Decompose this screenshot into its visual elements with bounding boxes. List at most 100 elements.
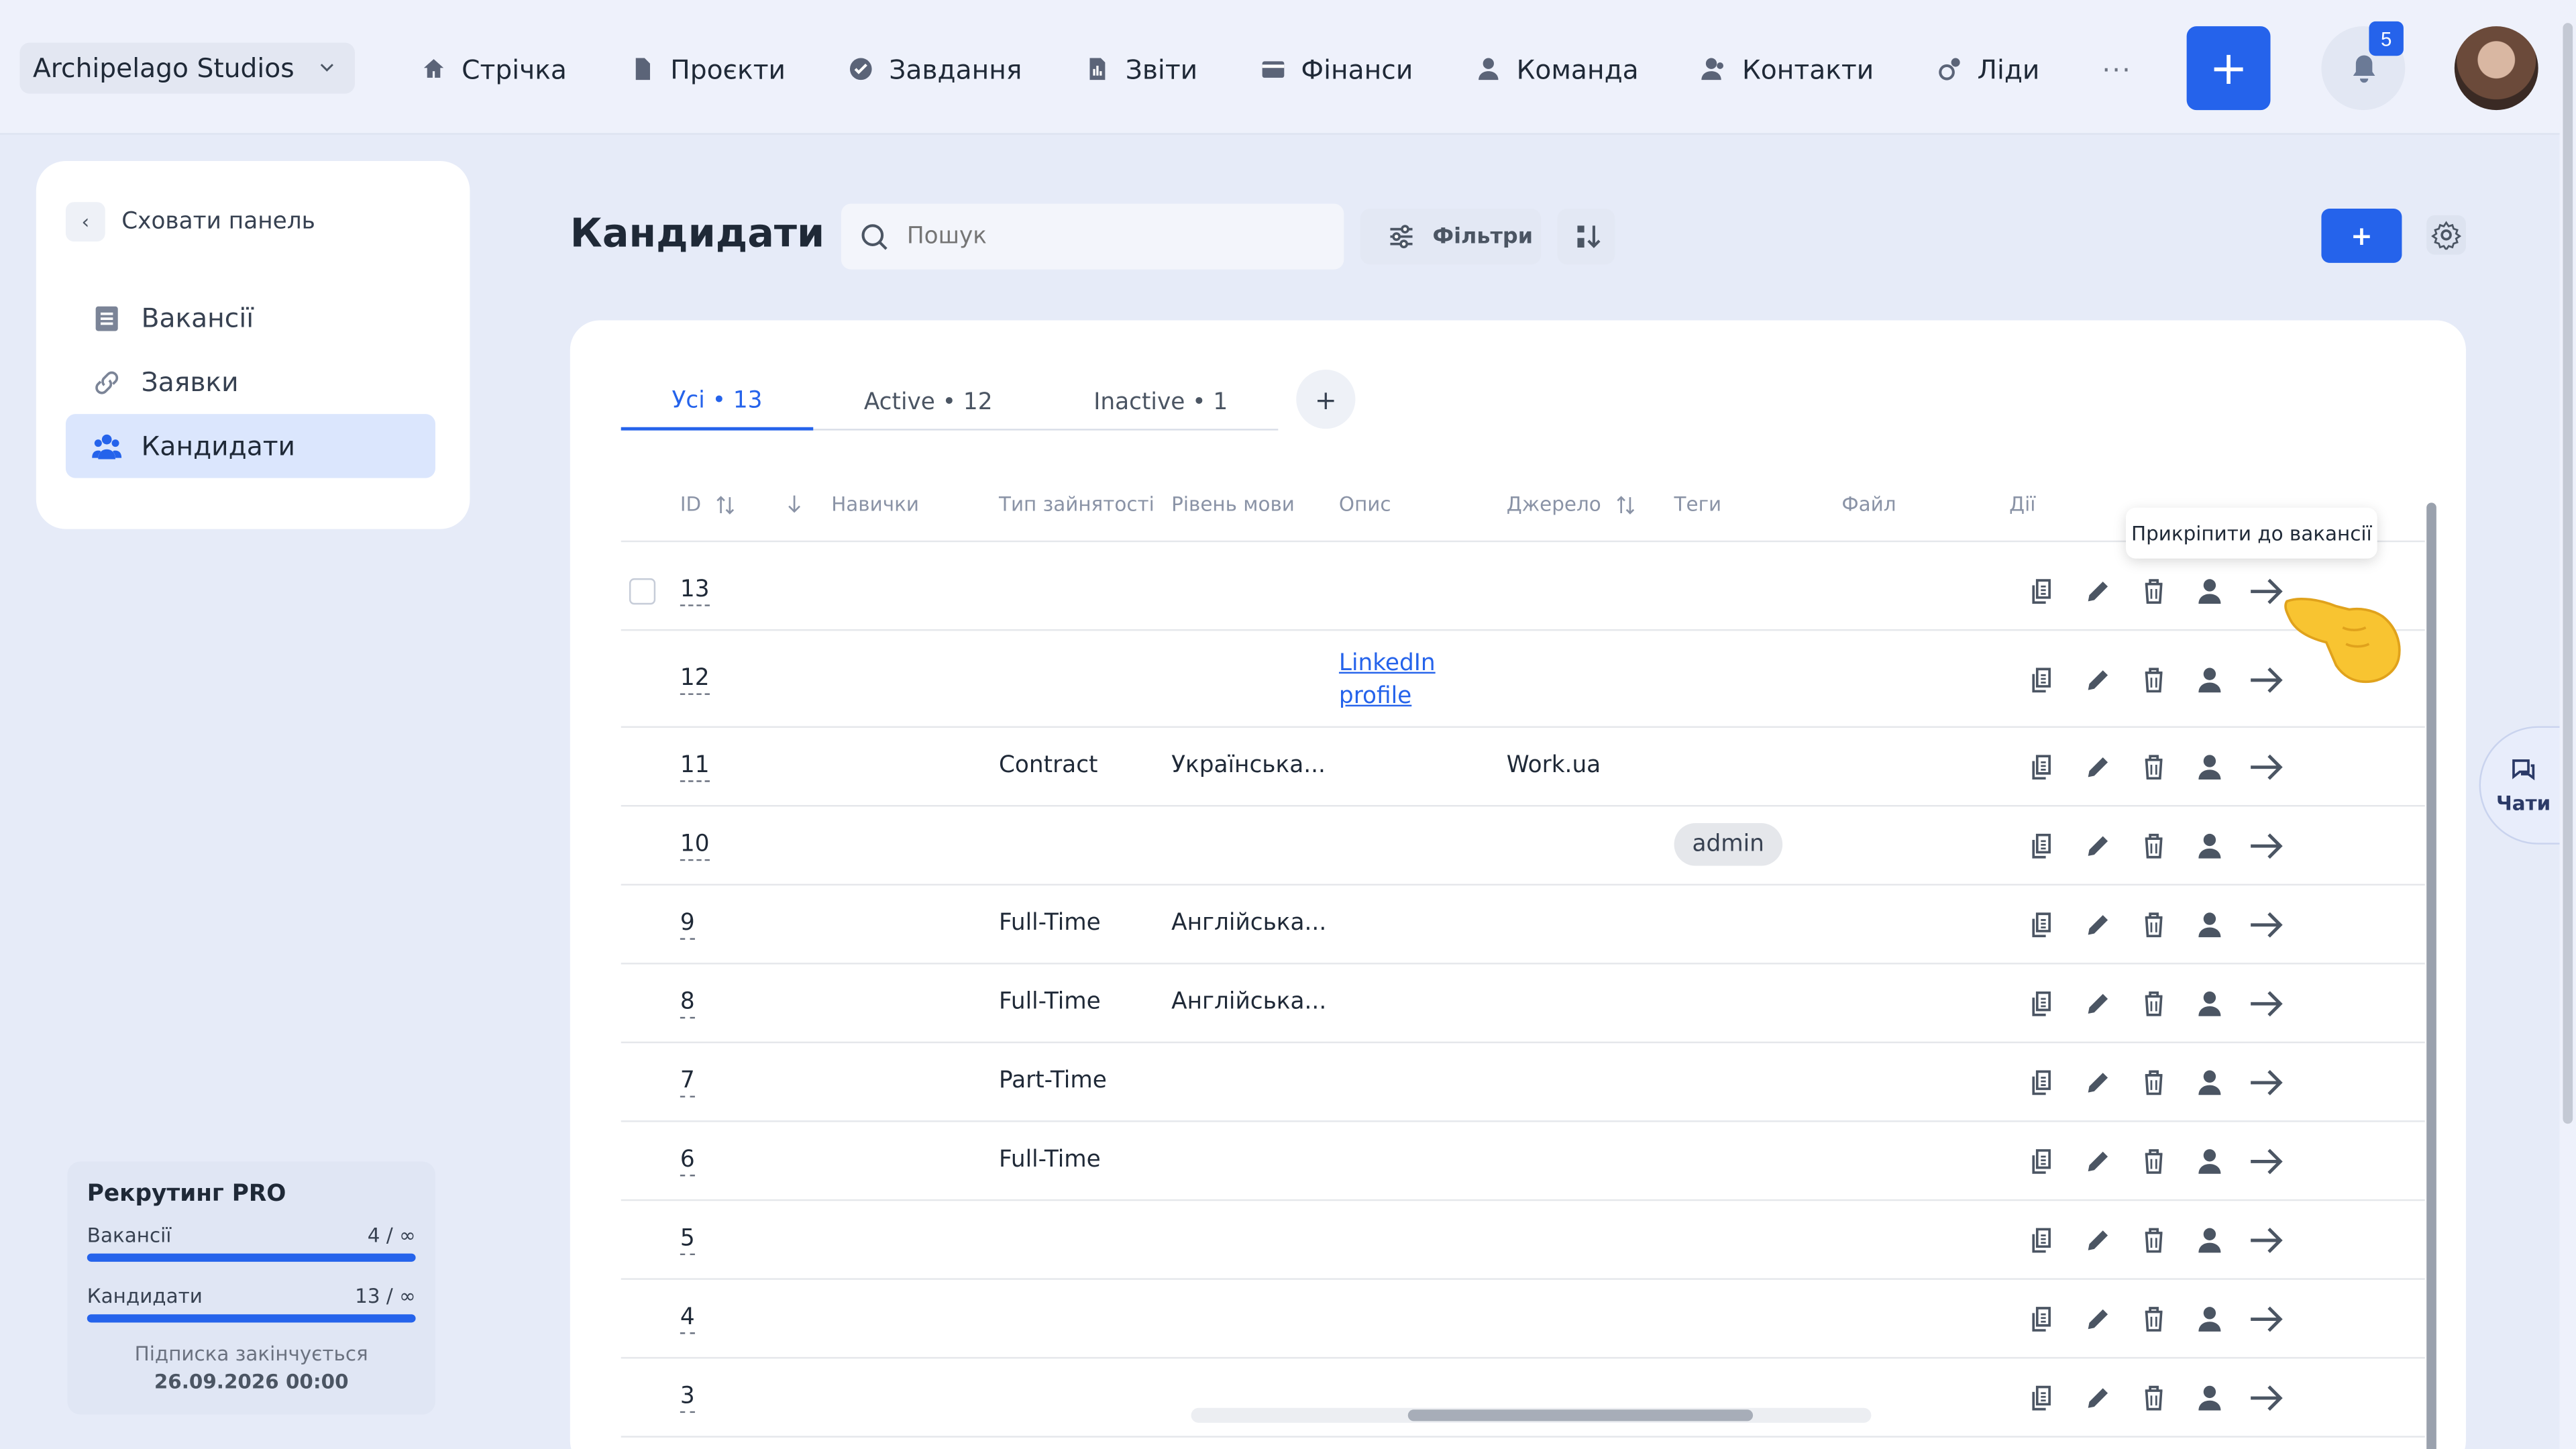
- profile-button[interactable]: [2182, 1380, 2237, 1416]
- search-input[interactable]: [906, 223, 1301, 250]
- table-row[interactable]: 3: [621, 1358, 2425, 1438]
- profile-button[interactable]: [2182, 1065, 2237, 1101]
- sidebar-item-candidates[interactable]: Кандидати: [65, 414, 435, 478]
- table-row[interactable]: 12 LinkedIn profile: [621, 631, 2425, 728]
- table-horizontal-scrollbar[interactable]: [1191, 1407, 1872, 1423]
- table-row[interactable]: 8 Full-Time Англійська...: [621, 965, 2425, 1044]
- row-id[interactable]: 8: [680, 987, 695, 1019]
- delete-button[interactable]: [2126, 907, 2182, 943]
- attach-to-vacancy-button[interactable]: [2238, 1301, 2294, 1338]
- delete-button[interactable]: [2126, 985, 2182, 1022]
- org-switcher[interactable]: Archipelago Studios: [19, 42, 355, 94]
- profile-button[interactable]: [2182, 749, 2237, 786]
- nav-item-team[interactable]: Команда: [1475, 54, 1639, 85]
- page-vertical-scrollbar[interactable]: [2559, 0, 2576, 1449]
- delete-button[interactable]: [2126, 1144, 2182, 1180]
- delete-button[interactable]: [2126, 1222, 2182, 1258]
- profile-button[interactable]: [2182, 574, 2237, 610]
- add-tab-button[interactable]: +: [1296, 370, 1356, 429]
- column-id[interactable]: ID: [680, 493, 736, 516]
- row-id[interactable]: 7: [680, 1066, 695, 1097]
- profile-button[interactable]: [2182, 907, 2237, 943]
- delete-button[interactable]: [2126, 574, 2182, 610]
- column-file[interactable]: Файл: [1841, 493, 1896, 516]
- tab-all[interactable]: Усі • 13: [621, 373, 814, 431]
- row-checkbox[interactable]: [629, 578, 656, 605]
- nav-item-reports[interactable]: Звіти: [1084, 54, 1197, 85]
- attach-to-vacancy-button[interactable]: [2238, 985, 2294, 1022]
- attach-to-vacancy-button[interactable]: [2238, 1380, 2294, 1416]
- tab-inactive[interactable]: Inactive • 1: [1043, 373, 1278, 431]
- duplicate-button[interactable]: [2014, 1301, 2070, 1338]
- nav-item-projects[interactable]: Проєкти: [629, 54, 786, 85]
- edit-button[interactable]: [2070, 985, 2126, 1022]
- duplicate-button[interactable]: [2014, 907, 2070, 943]
- edit-button[interactable]: [2070, 574, 2126, 610]
- nav-more-button[interactable]: ···: [2102, 54, 2132, 85]
- column-language[interactable]: Рівень мови: [1171, 493, 1295, 516]
- nav-item-leads[interactable]: Ліди: [1936, 54, 2039, 85]
- column-skills[interactable]: Навички: [831, 493, 919, 516]
- search-box[interactable]: [841, 203, 1344, 270]
- column-tags[interactable]: Теги: [1674, 493, 1722, 516]
- delete-button[interactable]: [2126, 661, 2182, 698]
- sidebar-item-vacancies[interactable]: Вакансії: [66, 286, 435, 350]
- user-avatar[interactable]: [2454, 26, 2538, 111]
- edit-button[interactable]: [2070, 749, 2126, 786]
- duplicate-button[interactable]: [2014, 1380, 2070, 1416]
- edit-button[interactable]: [2070, 1301, 2126, 1338]
- profile-button[interactable]: [2182, 1144, 2237, 1180]
- table-row[interactable]: 6 Full-Time: [621, 1122, 2425, 1201]
- sidebar-item-applications[interactable]: Заявки: [66, 350, 435, 415]
- duplicate-button[interactable]: [2014, 1222, 2070, 1258]
- duplicate-button[interactable]: [2014, 985, 2070, 1022]
- attach-to-vacancy-button[interactable]: [2238, 907, 2294, 943]
- row-id[interactable]: 5: [680, 1224, 695, 1256]
- filters-button[interactable]: Фільтри: [1360, 209, 1542, 265]
- edit-button[interactable]: [2070, 661, 2126, 698]
- duplicate-button[interactable]: [2014, 828, 2070, 864]
- row-id[interactable]: 4: [680, 1303, 695, 1334]
- edit-button[interactable]: [2070, 1222, 2126, 1258]
- row-id[interactable]: 9: [680, 908, 695, 940]
- row-id[interactable]: 3: [680, 1382, 695, 1413]
- row-id[interactable]: 13: [680, 575, 710, 606]
- sort-button[interactable]: [1557, 209, 1615, 265]
- scroll-thumb[interactable]: [2563, 23, 2573, 1124]
- table-row[interactable]: 13: [621, 552, 2425, 631]
- table-row[interactable]: 11 Contract Українська... Work.ua: [621, 728, 2425, 807]
- edit-button[interactable]: [2070, 907, 2126, 943]
- nav-item-contacts[interactable]: Контакти: [1701, 54, 1874, 85]
- profile-button[interactable]: [2182, 985, 2237, 1022]
- table-row[interactable]: 10 admin: [621, 806, 2425, 886]
- attach-to-vacancy-button[interactable]: [2238, 749, 2294, 786]
- delete-button[interactable]: [2126, 1380, 2182, 1416]
- edit-button[interactable]: [2070, 1065, 2126, 1101]
- attach-to-vacancy-button[interactable]: [2238, 1065, 2294, 1101]
- tab-active[interactable]: Active • 12: [813, 373, 1043, 431]
- nav-item-finance[interactable]: Фінанси: [1260, 54, 1413, 85]
- add-candidate-button[interactable]: +: [2321, 209, 2402, 263]
- edit-button[interactable]: [2070, 1380, 2126, 1416]
- table-vertical-scrollbar[interactable]: [2426, 486, 2436, 1449]
- profile-button[interactable]: [2182, 661, 2237, 698]
- column-sort-desc[interactable]: [784, 493, 805, 515]
- profile-button[interactable]: [2182, 1301, 2237, 1338]
- delete-button[interactable]: [2126, 1065, 2182, 1101]
- duplicate-button[interactable]: [2014, 574, 2070, 610]
- nav-item-tasks[interactable]: Завдання: [848, 54, 1022, 85]
- edit-button[interactable]: [2070, 828, 2126, 864]
- nav-item-feed[interactable]: Стрічка: [421, 54, 567, 85]
- duplicate-button[interactable]: [2014, 749, 2070, 786]
- attach-to-vacancy-button[interactable]: [2238, 1144, 2294, 1180]
- table-row[interactable]: 4: [621, 1280, 2425, 1359]
- row-id[interactable]: 12: [680, 663, 710, 694]
- delete-button[interactable]: [2126, 749, 2182, 786]
- profile-button[interactable]: [2182, 828, 2237, 864]
- row-id[interactable]: 6: [680, 1145, 695, 1177]
- row-description-link[interactable]: LinkedIn profile: [1339, 647, 1436, 712]
- column-description[interactable]: Опис: [1339, 493, 1391, 516]
- column-source[interactable]: Джерело: [1507, 493, 1635, 516]
- duplicate-button[interactable]: [2014, 1144, 2070, 1180]
- table-row[interactable]: 9 Full-Time Англійська...: [621, 885, 2425, 965]
